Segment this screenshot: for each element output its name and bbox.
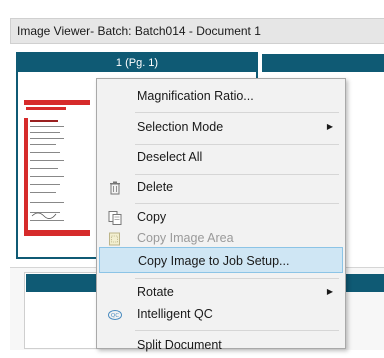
menu-item-label: Copy Image to Job Setup... (138, 254, 290, 268)
menu-separator (135, 112, 339, 113)
menu-item-split-document[interactable]: Split Document (99, 332, 343, 358)
page-tile-header: 1 (Pg. 1) (18, 54, 256, 72)
menu-item-label: Magnification Ratio... (137, 89, 254, 103)
viewer-title: Image Viewer- Batch: Batch014 - Document… (10, 18, 384, 44)
menu-item-label: Deselect All (137, 150, 203, 164)
menu-item-magnification-ratio[interactable]: Magnification Ratio... (99, 83, 343, 109)
menu-item-label: Split Document (137, 338, 222, 352)
menu-item-label: Delete (137, 180, 174, 194)
submenu-arrow-icon: ▶ (326, 122, 333, 131)
copy-icon (107, 209, 123, 225)
menu-item-label: Selection Mode (137, 120, 224, 134)
menu-item-deselect-all[interactable]: Deselect All (99, 144, 343, 170)
page-tile-header-next[interactable] (262, 54, 384, 72)
menu-separator (135, 330, 339, 331)
document-thumbnail-graphic (24, 98, 90, 236)
page-thumbnail-image[interactable] (20, 94, 100, 244)
menu-item-selection-mode[interactable]: Selection Mode ▶ (99, 114, 343, 140)
menu-item-delete[interactable]: Delete (99, 174, 343, 200)
menu-item-copy-image-to-job-setup[interactable]: Copy Image to Job Setup... (99, 247, 343, 273)
trash-icon (107, 179, 123, 195)
svg-text:QC: QC (111, 313, 119, 319)
menu-item-intelligent-qc[interactable]: QC Intelligent QC (99, 301, 343, 327)
menu-item-label: Intelligent QC (137, 307, 213, 321)
intelligent-qc-icon: QC (107, 306, 123, 322)
context-menu: Magnification Ratio... Selection Mode ▶ … (96, 78, 346, 352)
copy-image-area-icon (107, 230, 123, 246)
